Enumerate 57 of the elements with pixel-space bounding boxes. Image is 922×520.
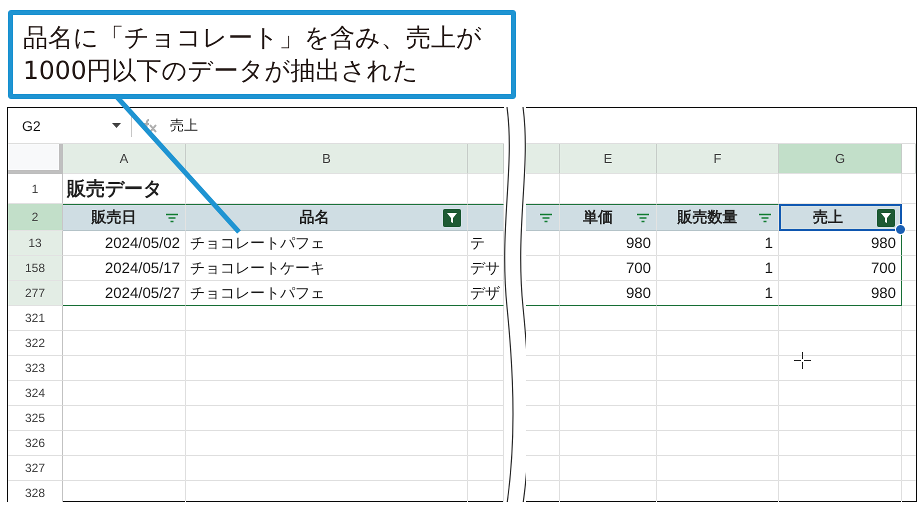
row-header[interactable]: 328 xyxy=(8,481,63,502)
filter-icon[interactable] xyxy=(539,212,553,222)
table-cell: チョコレートケーキ xyxy=(186,256,468,281)
header-label: 売上 xyxy=(812,208,844,227)
table-cell: テ xyxy=(468,231,504,256)
table-cell: 980 xyxy=(560,281,657,306)
row-header[interactable]: 325 xyxy=(8,406,63,431)
row-header[interactable]: 323 xyxy=(8,356,63,381)
row-header[interactable]: 2 xyxy=(8,204,63,231)
table-cell: デザ xyxy=(468,281,504,306)
row-header[interactable]: 322 xyxy=(8,331,63,356)
cell-reference[interactable]: G2 xyxy=(8,118,112,134)
selection-handle[interactable] xyxy=(895,224,906,235)
date-cell: 2024/05/02 xyxy=(63,231,186,256)
caret-icon[interactable] xyxy=(112,123,121,128)
crosshair-cursor-icon xyxy=(794,352,811,369)
table-cell: チョコレートパフェ xyxy=(186,281,468,306)
corner-cell[interactable] xyxy=(8,144,63,174)
row-header[interactable]: 321 xyxy=(8,306,63,331)
table-cell: 700 xyxy=(779,256,902,281)
row-header[interactable]: 324 xyxy=(8,381,63,406)
table-cell: チョコレートパフェ xyxy=(186,231,468,256)
header-label: 販売日 xyxy=(90,208,138,227)
header-label: 品名 xyxy=(298,208,330,227)
row-header[interactable]: 277 xyxy=(8,281,63,306)
formula-text[interactable]: 売上 xyxy=(170,116,198,134)
table-cell: デサ xyxy=(468,256,504,281)
row-header[interactable]: 327 xyxy=(8,456,63,481)
column-header[interactable]: G xyxy=(779,144,902,174)
header-label: 販売数量 xyxy=(676,208,738,227)
filter-icon[interactable] xyxy=(165,212,179,222)
column-header[interactable]: E xyxy=(560,144,657,174)
row-header[interactable]: 13 xyxy=(8,231,63,256)
column-header[interactable]: A xyxy=(63,144,186,174)
row-header[interactable]: 326 xyxy=(8,431,63,456)
header-label: 単価 xyxy=(582,208,614,227)
table-cell: 1 xyxy=(657,256,779,281)
filter-icon[interactable] xyxy=(877,208,895,226)
table-cell: 980 xyxy=(779,281,902,306)
header-cell[interactable]: 販売数量 xyxy=(657,204,779,231)
table-cell: 700 xyxy=(560,256,657,281)
table-cell: 980 xyxy=(560,231,657,256)
row-header[interactable]: 158 xyxy=(8,256,63,281)
header-cell[interactable]: 単価 xyxy=(560,204,657,231)
filter-icon[interactable] xyxy=(758,212,772,222)
date-cell: 2024/05/27 xyxy=(63,281,186,306)
callout-text: 1000円以下のデータが抽出された xyxy=(23,55,420,87)
row-header[interactable]: 1 xyxy=(8,174,63,204)
table-cell: 1 xyxy=(657,281,779,306)
column-header[interactable]: F xyxy=(657,144,779,174)
filter-icon[interactable] xyxy=(636,212,650,222)
filter-icon[interactable] xyxy=(443,208,461,226)
callout-text: 品名に「チョコレート」を含み、売上が xyxy=(23,22,483,54)
column-header[interactable]: B xyxy=(186,144,468,174)
date-cell: 2024/05/17 xyxy=(63,256,186,281)
table-cell: 1 xyxy=(657,231,779,256)
table-cell: 980 xyxy=(779,231,902,256)
